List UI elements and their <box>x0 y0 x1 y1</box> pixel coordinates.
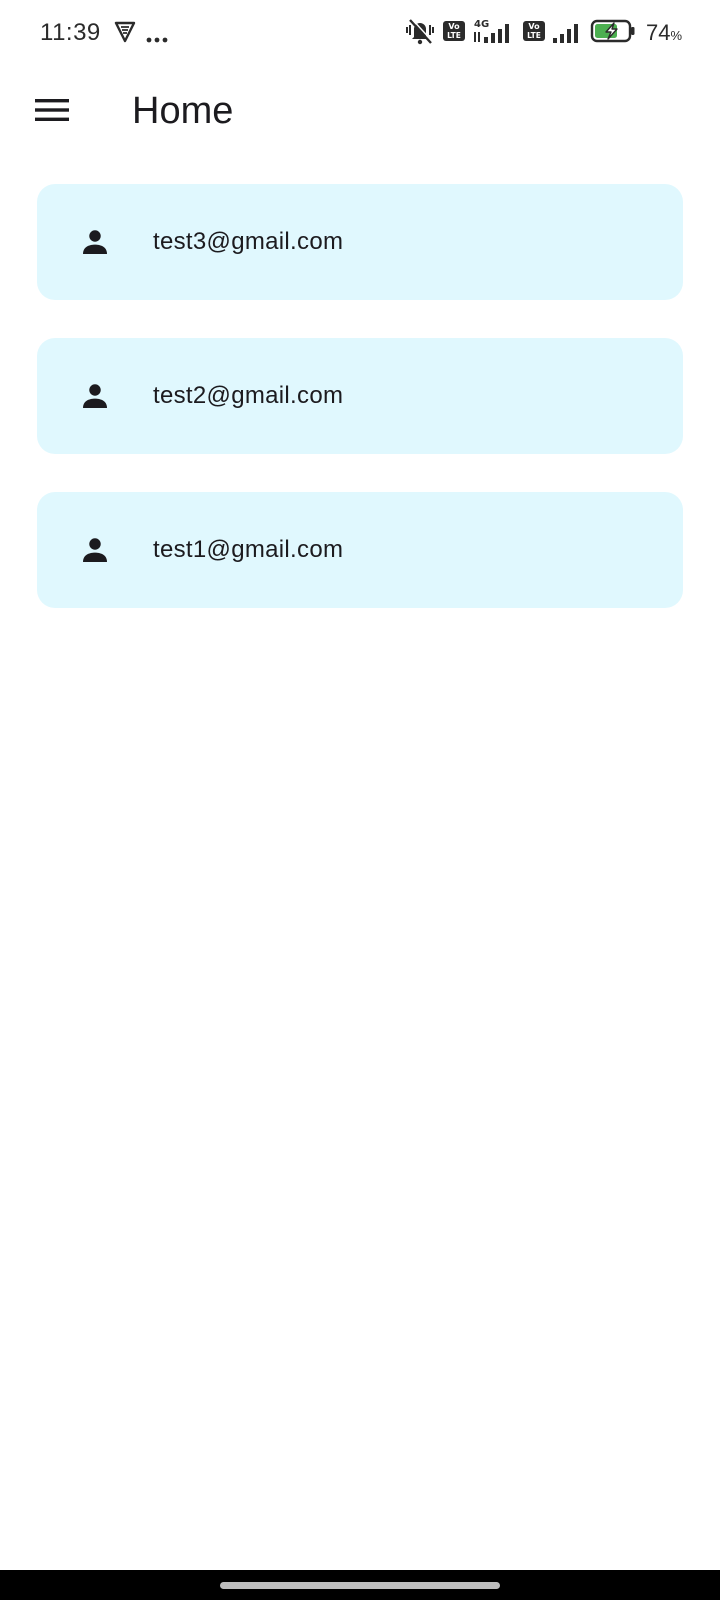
list-item[interactable]: test2@gmail.com <box>37 338 683 454</box>
list-item[interactable]: test1@gmail.com <box>37 492 683 608</box>
svg-text:LTE: LTE <box>447 31 461 40</box>
app-bar: Home <box>0 66 720 158</box>
battery-percent-value: 74 <box>645 20 671 45</box>
svg-text:4G: 4G <box>474 19 489 30</box>
battery-percentage: 74% <box>646 20 682 46</box>
signal-icon <box>552 18 584 49</box>
vibrate-icon <box>404 17 436 50</box>
svg-text:Vo: Vo <box>448 22 460 31</box>
list-item[interactable]: test3@gmail.com <box>37 184 683 300</box>
signal-4g-icon: 4G <box>472 18 516 49</box>
person-icon <box>75 530 115 570</box>
svg-text:Vo: Vo <box>528 22 540 31</box>
status-time: 11:39 <box>40 19 101 46</box>
volte-icon: Vo LTE <box>522 20 546 47</box>
svg-text:LTE: LTE <box>527 31 541 40</box>
user-list: test3@gmail.com test2@gmail.com test1@gm… <box>37 184 683 646</box>
hamburger-menu-icon <box>35 98 69 127</box>
user-email: test3@gmail.com <box>153 228 344 255</box>
user-email: test2@gmail.com <box>153 382 344 409</box>
battery-percent-unit: % <box>670 28 682 43</box>
battery-charging-icon <box>590 18 636 49</box>
user-email: test1@gmail.com <box>153 536 344 563</box>
more-dots-icon <box>146 30 168 48</box>
person-icon <box>75 376 115 416</box>
menu-button[interactable] <box>26 86 78 138</box>
page-title: Home <box>132 90 234 132</box>
person-icon <box>75 222 115 262</box>
volte-icon: Vo LTE <box>442 20 466 47</box>
navigation-bar <box>0 1570 720 1600</box>
vpn-shield-icon <box>114 20 136 49</box>
status-icons: Vo LTE 4G Vo LTE 74% <box>404 17 682 50</box>
status-bar: 11:39 Vo LTE 4G Vo LTE 74% <box>0 0 720 66</box>
home-indicator[interactable] <box>220 1582 500 1589</box>
